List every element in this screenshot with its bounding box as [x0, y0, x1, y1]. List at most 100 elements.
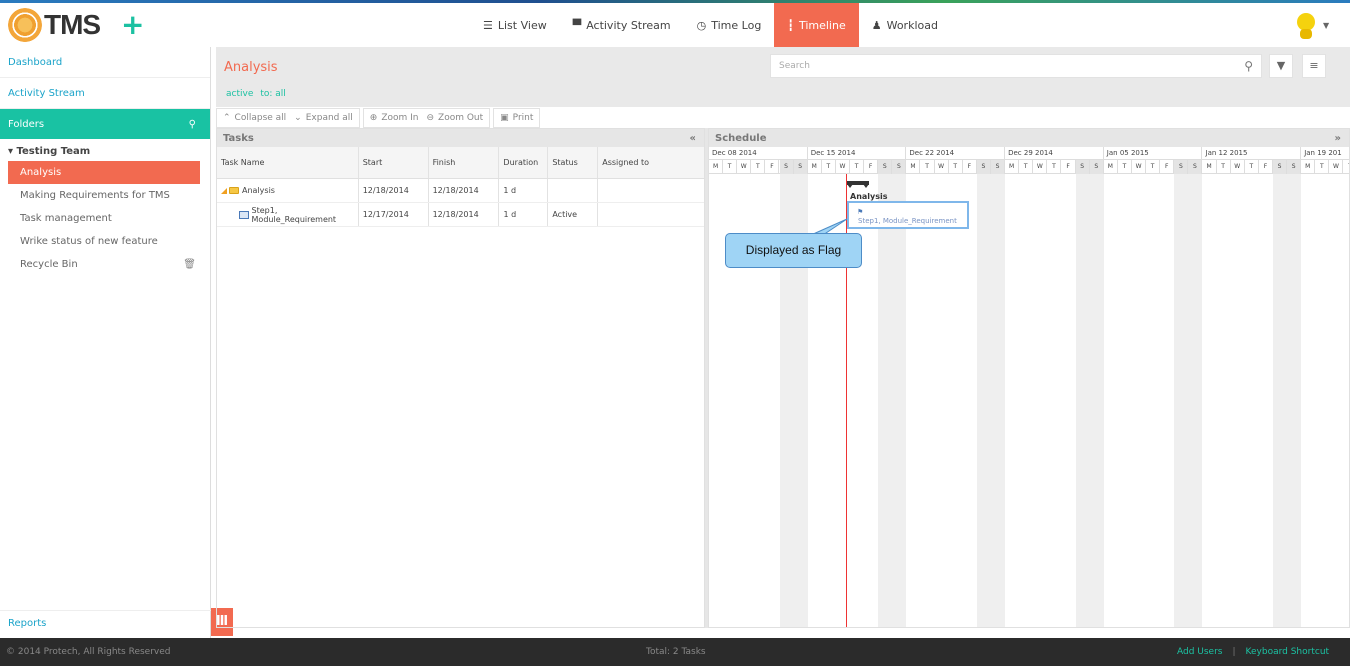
avatar[interactable]	[1294, 13, 1318, 39]
sidebar-item-wrike-status[interactable]: Wrike status of new feature	[0, 230, 210, 253]
summary-label: Analysis	[850, 192, 888, 201]
sidebar-item-reports[interactable]: Reports	[0, 610, 211, 636]
cell-finish: 12/18/2014	[428, 203, 500, 226]
search-icon[interactable]: ⚲	[1244, 59, 1253, 73]
task-name-text: Step1, Module_Requirement	[251, 205, 337, 224]
col-task-name[interactable]: Task Name	[217, 147, 359, 178]
trash-icon[interactable]: 🗑	[183, 253, 196, 276]
keyboard-shortcut-link[interactable]: Keyboard Shortcut	[1246, 647, 1330, 657]
day-letter: S	[1273, 160, 1288, 174]
sidebar-item-recycle-bin[interactable]: Recycle Bin 🗑	[0, 253, 210, 276]
weekend-band	[1174, 174, 1203, 627]
print-button[interactable]: ▣ Print	[493, 108, 541, 128]
cell-assigned	[598, 179, 705, 202]
nav-workload[interactable]: ♟ Workload	[859, 3, 951, 47]
day-letter: T	[751, 160, 766, 174]
zoom-out-label: Zoom Out	[438, 113, 484, 123]
menu-icon[interactable]: ≡	[1302, 54, 1326, 78]
expand-triangle-icon[interactable]	[221, 187, 227, 194]
nav-list-view[interactable]: ☰ List View	[470, 3, 560, 47]
schedule-pane-header: Schedule »	[709, 129, 1349, 147]
day-letter: S	[976, 160, 991, 174]
day-letter: M	[709, 160, 724, 174]
day-letter: W	[935, 160, 949, 174]
day-letter: M	[1104, 160, 1118, 174]
add-users-link[interactable]: Add Users	[1177, 647, 1223, 657]
day-letter: S	[878, 160, 893, 174]
nav-label: Activity Stream	[586, 18, 671, 32]
day-letter: W	[1329, 160, 1344, 174]
schedule-pane-title: Schedule	[715, 132, 767, 144]
filter-status[interactable]: active	[226, 89, 253, 99]
col-finish[interactable]: Finish	[429, 147, 500, 178]
expand-all-label: Expand all	[305, 113, 353, 123]
weekend-band	[976, 174, 1006, 627]
folder-icon	[229, 187, 239, 194]
nav-activity-stream[interactable]: ▀ Activity Stream	[560, 3, 684, 47]
day-letter: F	[963, 160, 977, 174]
weekend-band	[878, 174, 907, 627]
col-assigned[interactable]: Assigned to	[598, 147, 704, 178]
sidebar-item-task-management[interactable]: Task management	[0, 207, 210, 230]
flag-icon: ⚑	[857, 208, 864, 216]
filter-icon[interactable]: ▼	[1269, 54, 1293, 78]
day-letter: T	[949, 160, 963, 174]
caret-down-icon: ▾	[8, 146, 17, 157]
collapse-all-button[interactable]: ⌃ Collapse all ⌄ Expand all	[216, 108, 360, 128]
milestone-flag[interactable]: ⚑ Step1, Module_Requirement	[847, 201, 969, 229]
summary-bar[interactable]	[847, 181, 869, 188]
team-group[interactable]: ▾ Testing Team	[0, 139, 210, 161]
sidebar-item-activity-stream[interactable]: Activity Stream	[0, 78, 210, 109]
callout-annotation: Displayed as Flag	[725, 233, 862, 268]
day-letter: S	[779, 160, 794, 174]
weekend-band	[1273, 174, 1302, 627]
nav-timeline[interactable]: ┇ Timeline	[774, 3, 859, 47]
comment-icon: ▀	[572, 18, 582, 32]
day-letter: F	[1062, 160, 1076, 174]
col-duration[interactable]: Duration	[499, 147, 549, 178]
double-chevron-right-icon[interactable]: »	[1335, 133, 1341, 144]
filter-assignee[interactable]: to: all	[260, 89, 285, 99]
chevron-down-icon[interactable]: ▼	[1323, 21, 1329, 30]
recycle-bin-label: Recycle Bin	[20, 259, 78, 270]
search-icon[interactable]: ⚲	[189, 119, 196, 130]
plus-icon[interactable]: +	[121, 8, 144, 42]
day-letter: W	[1033, 160, 1048, 174]
task-icon	[239, 210, 249, 219]
image-icon: ▣	[500, 113, 509, 123]
col-start[interactable]: Start	[359, 147, 429, 178]
table-row[interactable]: Analysis 12/18/2014 12/18/2014 1 d	[217, 179, 705, 203]
chevron-up-icon: ⌃	[223, 113, 231, 123]
double-chevron-left-icon[interactable]: «	[690, 133, 696, 144]
day-letter: S	[1174, 160, 1189, 174]
cell-finish: 12/18/2014	[428, 179, 500, 202]
day-letter: S	[892, 160, 907, 174]
app-logo[interactable]: TMS	[8, 8, 101, 42]
chevron-down-icon: ⌄	[294, 113, 302, 123]
day-letter: S	[1089, 160, 1104, 174]
cell-status	[548, 179, 599, 202]
folders-header[interactable]: Folders ⚲	[0, 109, 210, 139]
sidebar-item-dashboard[interactable]: Dashboard	[0, 47, 210, 78]
flag-label: Step1, Module_Requirement	[858, 217, 957, 225]
table-row[interactable]: Step1, Module_Requirement 12/17/2014 12/…	[217, 203, 704, 227]
nav-time-log[interactable]: ◷ Time Log	[684, 3, 775, 47]
col-status[interactable]: Status	[548, 147, 599, 178]
day-letter: M	[1203, 160, 1217, 174]
cell-assigned	[598, 203, 704, 226]
search-placeholder: Search	[779, 61, 810, 71]
week-label: Jan 05 2015	[1104, 147, 1203, 160]
zoom-button[interactable]: ⊕ Zoom In ⊖ Zoom Out	[362, 108, 491, 128]
cell-duration: 1 d	[499, 203, 549, 226]
day-letter: W	[836, 160, 850, 174]
sidebar-item-making-requirements[interactable]: Making Requirements for TMS	[0, 184, 210, 207]
week-header: Dec 08 2014 Dec 15 2014 Dec 22 2014 Dec 29 …	[709, 147, 1349, 160]
clock-icon: ◷	[696, 18, 707, 32]
logo-sun-icon	[8, 8, 42, 42]
schedule-pane: Schedule » Dec 08 2014 Dec 15 2014 Dec 22 …	[708, 128, 1350, 628]
grid-column-header: Task Name Start Finish Duration Status A…	[217, 147, 704, 179]
cell-start: 12/18/2014	[358, 179, 429, 202]
sidebar: Dashboard Activity Stream Folders ⚲ ▾ Te…	[0, 47, 211, 638]
sidebar-item-analysis[interactable]: Analysis	[8, 161, 200, 184]
search-input[interactable]: Search ⚲	[770, 54, 1262, 78]
